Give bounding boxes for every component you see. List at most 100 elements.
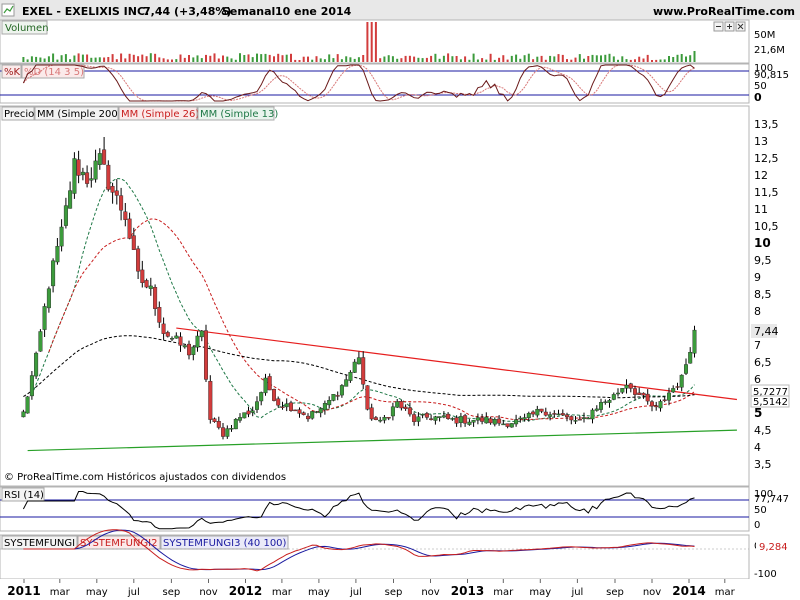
candle-body (306, 415, 311, 420)
volume-bar (600, 55, 602, 62)
volume-bar (273, 56, 275, 62)
volume-bar (73, 55, 76, 62)
volume-bar (154, 53, 157, 62)
candle-body (616, 392, 621, 395)
candle-body (229, 428, 234, 430)
candle-body (186, 343, 191, 356)
candle-body (356, 357, 361, 365)
volume-bar (451, 56, 454, 62)
volume-bar (149, 53, 152, 62)
volume-bar (362, 55, 365, 62)
volume-bar (94, 57, 97, 62)
candle-body (501, 423, 506, 426)
candle-body (259, 392, 264, 402)
candle-body (556, 413, 561, 416)
candle-body (55, 246, 60, 263)
volume-bar (502, 55, 505, 62)
volume-bar (247, 54, 250, 62)
volume-bar (107, 57, 110, 62)
candle-body (182, 345, 187, 348)
volume-bar (506, 59, 509, 62)
x-axis-label: 2012 (229, 584, 262, 598)
volume-bar (438, 58, 441, 62)
volume-bar (655, 59, 658, 62)
x-axis-label: mar (715, 587, 736, 598)
volume-bar (557, 54, 560, 62)
candle-body (314, 411, 319, 413)
candle-body (63, 205, 68, 226)
candle-body (637, 392, 642, 395)
candle-body (242, 412, 247, 419)
volume-bar (476, 59, 479, 62)
candle-body (450, 418, 455, 420)
volume-bar (234, 59, 237, 62)
candle-body (509, 423, 514, 428)
volume-bar (400, 58, 403, 62)
volume-bar (638, 56, 641, 62)
volume-bar (35, 56, 38, 62)
candle-body (85, 172, 90, 184)
candle-body (603, 401, 608, 403)
x-axis-label: nov (421, 587, 439, 598)
volume-bar (328, 54, 331, 62)
volume-bar (396, 58, 399, 62)
candle-body (679, 374, 684, 388)
volume-bar (574, 57, 577, 62)
price-axis: 13,51312,51211,51110,5109,598,587,576,56… (754, 118, 779, 471)
x-axis-label: sep (606, 587, 624, 598)
volume-bar (604, 54, 607, 62)
candle-body (29, 375, 34, 397)
volume-bar (685, 56, 687, 62)
candle-body (552, 413, 557, 415)
volume-bar (251, 57, 254, 62)
candle-body (458, 416, 463, 423)
candle-body (424, 413, 429, 418)
rsi-last-value: 77,747 (754, 494, 789, 505)
candle-body (437, 416, 442, 418)
x-axis-label: sep (163, 587, 181, 598)
candle-body (675, 386, 680, 388)
volume-bar (608, 53, 611, 62)
volume-bar (22, 57, 25, 62)
volume-bar (86, 54, 89, 62)
volume-bar (553, 56, 556, 62)
candle-body (361, 357, 366, 385)
volume-bar (319, 58, 322, 62)
x-axis-label: mar (272, 587, 293, 598)
volume-bar (540, 55, 543, 62)
candle-body (582, 417, 587, 419)
x-axis-label: may (86, 587, 108, 598)
volume-bar (77, 53, 80, 62)
volume-bar (226, 56, 229, 62)
volume-bar (595, 55, 598, 62)
x-axis-label: may (308, 587, 330, 598)
x-axis-label: jul (570, 587, 583, 598)
volume-bar (290, 53, 292, 62)
price-tick-label: 9 (754, 271, 761, 284)
volume-bar (60, 55, 63, 62)
volume-bar (115, 59, 118, 62)
volume-bar (536, 56, 539, 62)
volume-bar (625, 59, 628, 62)
candle-body (140, 269, 145, 283)
candle-body (153, 287, 158, 309)
volume-bar (659, 59, 662, 62)
period-label: Semanal (222, 5, 275, 18)
candle-body (293, 409, 298, 412)
candle-body (594, 408, 599, 411)
volume-bar (162, 58, 165, 62)
candle-body (178, 336, 183, 346)
candle-body (692, 329, 697, 354)
candle-body (365, 385, 370, 410)
x-axis-label: nov (643, 587, 661, 598)
candle-body (195, 335, 200, 348)
volume-bar (213, 53, 216, 62)
volume-last-value: 21,6M (754, 45, 785, 56)
x-axis-label: 2011 (7, 584, 40, 598)
candle-body (46, 288, 51, 309)
volume-bar (430, 55, 433, 62)
volume-bar (374, 22, 377, 62)
x-axis-label: mar (493, 587, 514, 598)
sysfungi1-label: SYSTEMFUNGI (4, 538, 75, 549)
price-tick-label: 5 (754, 406, 762, 420)
